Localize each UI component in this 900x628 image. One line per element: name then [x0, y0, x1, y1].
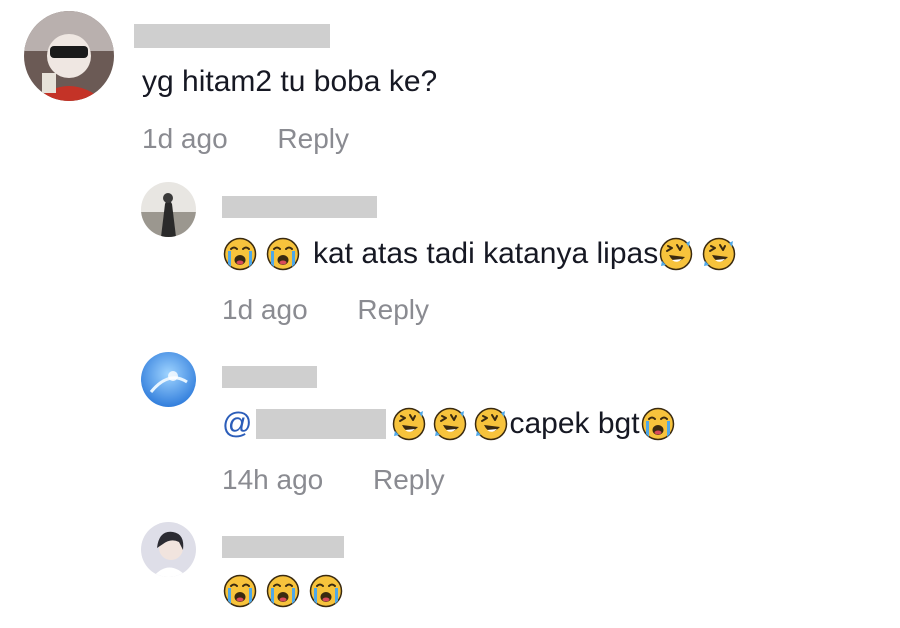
- comment-1: yg hitam2 tu boba ke? 1d ago Reply: [0, 0, 900, 170]
- loudly-crying-face-icon: [309, 574, 343, 608]
- avatar[interactable]: [141, 352, 196, 407]
- timestamp: 1d ago: [222, 294, 308, 325]
- comment-meta: 1d ago Reply: [142, 121, 349, 157]
- avatar[interactable]: [141, 182, 196, 237]
- avatar[interactable]: [141, 522, 196, 577]
- avatar[interactable]: [24, 11, 114, 101]
- comment-meta: 14h ago Reply: [222, 462, 445, 498]
- timestamp: 14h ago: [222, 464, 324, 495]
- loudly-crying-face-icon: [223, 237, 257, 271]
- username-redaction: [222, 196, 377, 218]
- rolling-on-floor-laughing-icon: [659, 237, 693, 271]
- comment-text: yg hitam2 tu boba ke?: [142, 62, 437, 102]
- username-redaction: [222, 536, 344, 558]
- reply-button[interactable]: Reply: [277, 123, 349, 154]
- comment-text-content: capek bgt: [509, 407, 640, 440]
- loudly-crying-face-icon: [266, 237, 300, 271]
- comment-3: @ capek bgt 14h ago Reply: [0, 340, 900, 510]
- rolling-on-floor-laughing-icon: [702, 237, 736, 271]
- username-redaction: [222, 366, 317, 388]
- mention[interactable]: @: [222, 404, 252, 444]
- loudly-crying-face-icon: [641, 407, 675, 441]
- comment-text-content: yg hitam2 tu boba ke?: [142, 65, 438, 98]
- timestamp: 1d ago: [142, 123, 228, 154]
- comment-4: [0, 510, 900, 628]
- mention-redaction: [256, 409, 387, 439]
- comment-text: [222, 574, 344, 608]
- comment-text: kat atas tadi katanya lipas: [222, 234, 737, 274]
- reply-button[interactable]: Reply: [357, 294, 429, 325]
- rolling-on-floor-laughing-icon: [433, 407, 467, 441]
- comment-meta: 1d ago Reply: [222, 292, 429, 328]
- username-redaction: [134, 24, 330, 48]
- comment-text-content: kat atas tadi katanya lipas: [313, 237, 659, 270]
- loudly-crying-face-icon: [266, 574, 300, 608]
- loudly-crying-face-icon: [223, 574, 257, 608]
- comment-2: kat atas tadi katanya lipas 1d ago Reply: [0, 170, 900, 340]
- comment-text: @ capek bgt: [222, 404, 676, 444]
- rolling-on-floor-laughing-icon: [392, 407, 426, 441]
- rolling-on-floor-laughing-icon: [474, 407, 508, 441]
- reply-button[interactable]: Reply: [373, 464, 445, 495]
